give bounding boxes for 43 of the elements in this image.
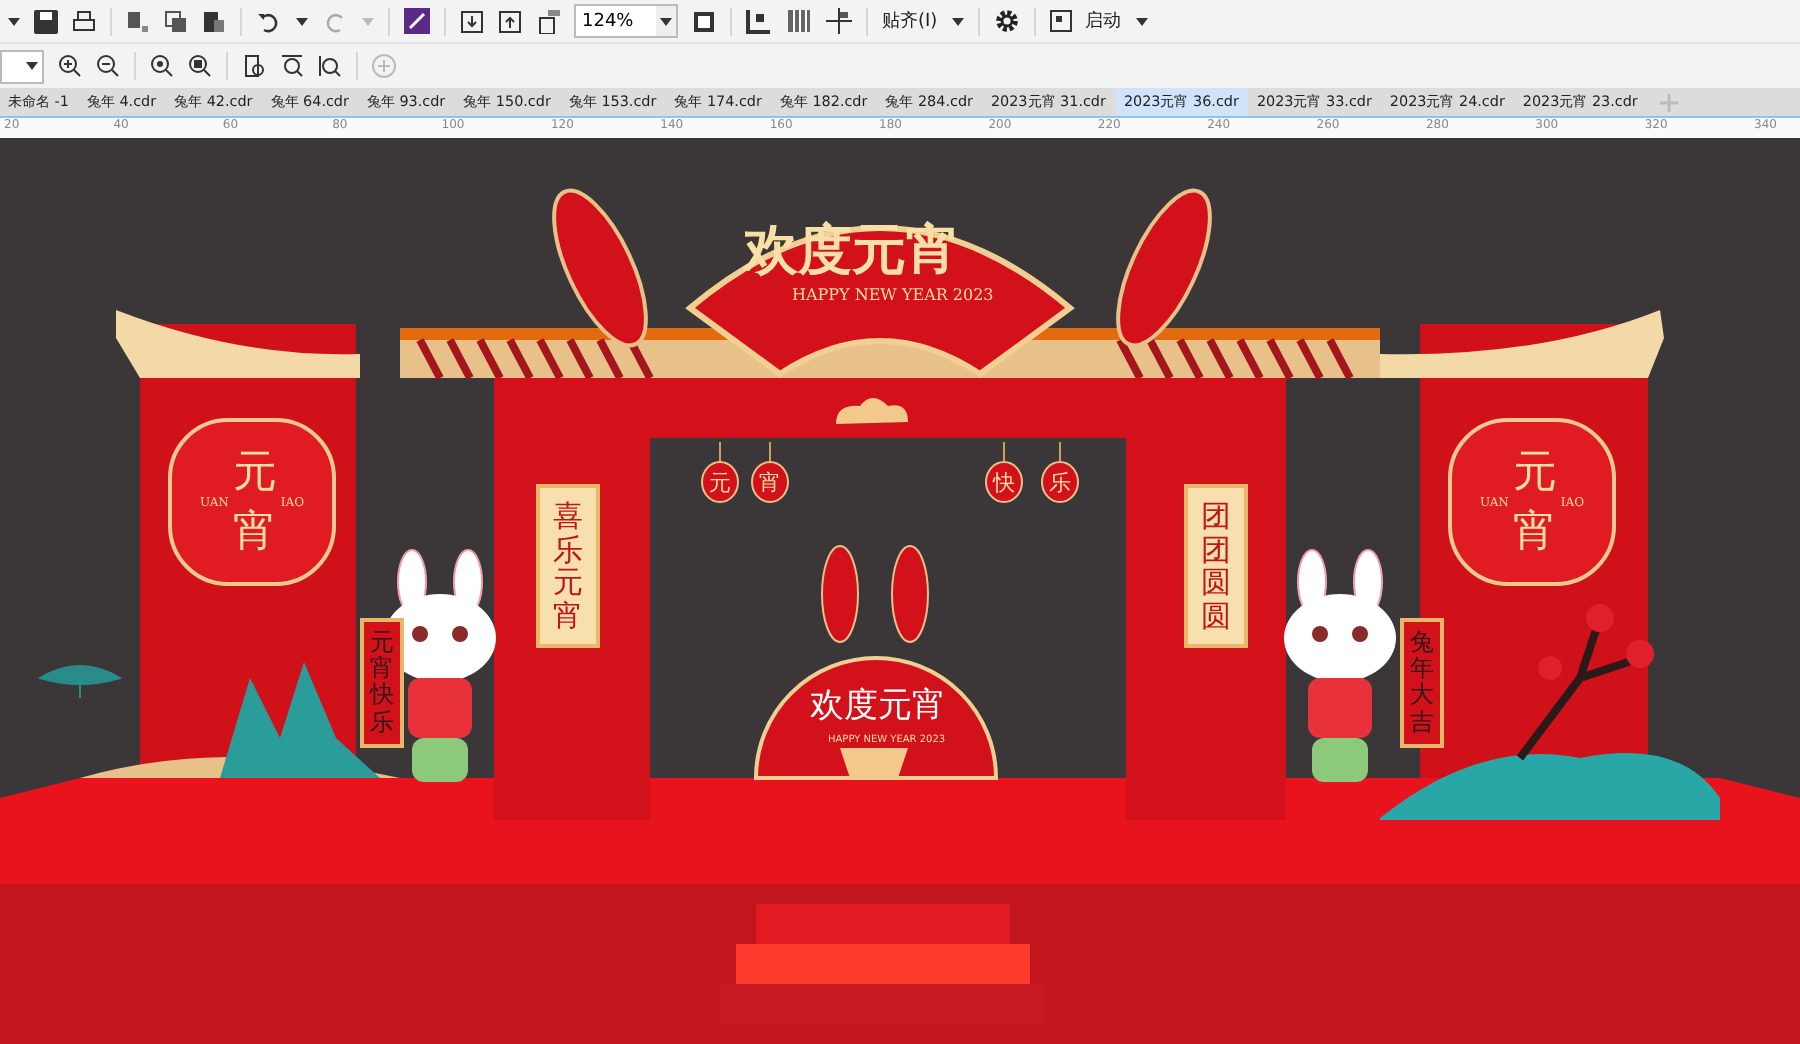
lantern-character: 元: [707, 468, 733, 498]
zoom-height-icon[interactable]: [318, 54, 342, 78]
sign-title: 欢度元宵: [810, 690, 946, 724]
grid-icon[interactable]: [786, 8, 812, 34]
zoom-level-field[interactable]: 124%: [574, 4, 678, 38]
launch-button[interactable]: 启动: [1085, 8, 1122, 34]
hanging-scroll: 喜乐元宵: [536, 484, 600, 648]
hanging-scroll: 团团圆圆: [1184, 484, 1248, 648]
copy-icon[interactable]: [164, 9, 188, 33]
caret-icon[interactable]: [951, 17, 964, 25]
zoom-in-icon[interactable]: [58, 54, 82, 78]
settings-icon[interactable]: [993, 8, 1020, 34]
zoom-out-icon[interactable]: [96, 54, 120, 78]
zoom-selected-icon[interactable]: [150, 54, 174, 78]
couplet-scroll: 兔年大吉: [1400, 618, 1444, 748]
dropdown-field[interactable]: [0, 49, 44, 83]
zoom-page-icon[interactable]: [242, 54, 266, 78]
snap-to-button[interactable]: 贴齐(I): [882, 8, 938, 34]
paste-icon[interactable]: [202, 9, 226, 33]
banner-title: 欢度元宵: [744, 218, 960, 286]
undo-icon[interactable]: [256, 9, 282, 33]
lantern-character: 快: [990, 468, 1017, 498]
save-icon[interactable]: [34, 9, 58, 33]
rulers-icon[interactable]: [746, 8, 772, 34]
caret-icon[interactable]: [1135, 17, 1148, 25]
emblem-title: 元宵: [1512, 446, 1557, 562]
lantern-character: 宵: [757, 468, 783, 498]
lantern-character: 乐: [1047, 468, 1073, 498]
banner-subtitle: HAPPY NEW YEAR 2023: [792, 286, 994, 304]
zoom-width-icon[interactable]: [280, 54, 304, 78]
window-icon[interactable]: [1049, 10, 1072, 32]
full-screen-icon[interactable]: [692, 9, 716, 33]
couplet-scroll: 元宵快乐: [360, 618, 404, 748]
guidelines-icon[interactable]: [826, 8, 852, 34]
export-icon[interactable]: [498, 9, 522, 33]
caret-icon: [660, 17, 672, 25]
import-icon[interactable]: [460, 9, 484, 33]
zoom-all-icon[interactable]: [188, 54, 212, 78]
caret-icon[interactable]: [296, 17, 308, 25]
caret-icon: [26, 62, 38, 70]
caret-icon[interactable]: [8, 17, 20, 25]
print-icon[interactable]: [72, 9, 96, 33]
emblem-title: 元宵: [232, 446, 277, 562]
